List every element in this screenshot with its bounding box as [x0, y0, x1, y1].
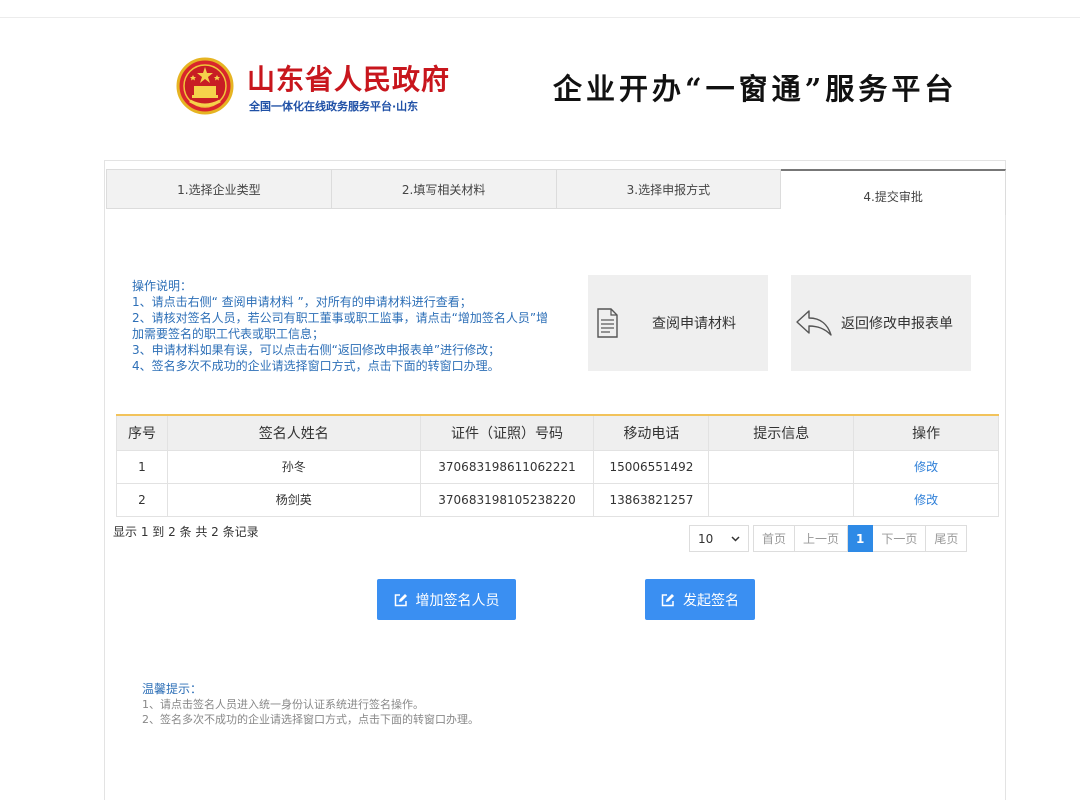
records-summary: 显示 1 到 2 条 共 2 条记录 [113, 525, 259, 539]
operation-cell: 修改 [853, 449, 999, 484]
instruction-line: 4、签名多次不成功的企业请选择窗口方式，点击下面的转窗口办理。 [132, 359, 500, 373]
signer-table-container: 序号 签名人姓名 证件（证照）号码 移动电话 提示信息 操作 1 孙冬 3706… [116, 414, 999, 517]
view-materials-button[interactable]: 查阅申请材料 [588, 275, 768, 371]
view-materials-label: 查阅申请材料 [652, 316, 736, 332]
edit-icon [661, 593, 674, 606]
step-tab-3[interactable]: 3.选择申报方式 [556, 169, 782, 209]
column-header: 序号 [116, 414, 168, 451]
step-tab-2[interactable]: 2.填写相关材料 [331, 169, 557, 209]
warm-tips: 温馨提示： 1、请点击签名人员进入统一身份认证系统进行签名操作。 2、签名多次不… [142, 682, 479, 727]
step-tab-4[interactable]: 4.提交审批 [781, 169, 1006, 215]
table-row: 2 杨剑英 370683198105238220 13863821257 修改 [116, 482, 999, 517]
page-header: 山东省人民政府 全国一体化在线政务服务平台·山东 企业开办“一窗通”服务平台 [0, 0, 1080, 150]
signer-table: 序号 签名人姓名 证件（证照）号码 移动电话 提示信息 操作 1 孙冬 3706… [116, 414, 999, 517]
platform-title: 企业开办“一窗通”服务平台 [553, 72, 958, 106]
tips-title: 温馨提示： [142, 682, 203, 696]
chevron-down-icon [731, 535, 740, 542]
id-number: 370683198105238220 [419, 482, 595, 517]
pagination: 10 首页 上一页 1 下一页 尾页 [689, 525, 968, 552]
column-header: 操作 [853, 414, 999, 451]
row-number: 2 [116, 482, 168, 517]
column-header: 证件（证照）号码 [419, 414, 595, 451]
first-page-button[interactable]: 首页 [753, 525, 796, 552]
national-emblem-icon [176, 57, 234, 115]
step-tab-1[interactable]: 1.选择企业类型 [106, 169, 332, 209]
last-page-button[interactable]: 尾页 [926, 525, 968, 552]
signer-name: 杨剑英 [166, 482, 421, 517]
table-header-row: 序号 签名人姓名 证件（证照）号码 移动电话 提示信息 操作 [116, 414, 999, 451]
step-tabs: 1.选择企业类型 2.填写相关材料 3.选择申报方式 4.提交审批 [106, 169, 1006, 215]
instruction-line: 3、申请材料如果有误，可以点击右侧“返回修改申报表单”进行修改； [132, 343, 501, 357]
add-signer-label: 增加签名人员 [415, 592, 500, 609]
document-icon [597, 308, 618, 338]
return-edit-label: 返回修改申报表单 [841, 316, 953, 332]
main-panel: 1.选择企业类型 2.填写相关材料 3.选择申报方式 4.提交审批 操作说明： … [104, 160, 1006, 800]
table-row: 1 孙冬 370683198611062221 15006551492 修改 [116, 449, 999, 484]
instruction-line: 2、请核对签名人员，若公司有职工董事或职工监事，请点击“增加签名人员”增 [132, 311, 549, 325]
page-size-select[interactable]: 10 [689, 525, 749, 552]
column-header: 提示信息 [708, 414, 855, 451]
page-size-value: 10 [698, 531, 714, 546]
current-page-button[interactable]: 1 [848, 525, 874, 552]
add-signer-button[interactable]: 增加签名人员 [377, 579, 516, 620]
instructions-title: 操作说明： [132, 279, 193, 293]
edit-link[interactable]: 修改 [914, 493, 938, 507]
instruction-line: 加需要签名的职工代表或职工信息； [132, 327, 325, 341]
reply-arrow-icon [796, 310, 832, 336]
signer-name: 孙冬 [166, 449, 421, 484]
mobile-phone: 13863821257 [593, 482, 710, 517]
id-number: 370683198611062221 [419, 449, 595, 484]
prev-page-button[interactable]: 上一页 [795, 525, 849, 552]
government-subtitle: 全国一体化在线政务服务平台·山东 [249, 100, 419, 113]
row-number: 1 [116, 449, 168, 484]
edit-link[interactable]: 修改 [914, 460, 938, 474]
return-edit-button[interactable]: 返回修改申报表单 [791, 275, 971, 371]
government-name: 山东省人民政府 [247, 63, 451, 96]
operation-cell: 修改 [853, 482, 999, 517]
start-sign-label: 发起签名 [683, 592, 739, 609]
column-header: 移动电话 [593, 414, 710, 451]
tip-info [708, 449, 855, 484]
column-header: 签名人姓名 [166, 414, 421, 451]
tip-info [708, 482, 855, 517]
mobile-phone: 15006551492 [593, 449, 710, 484]
tip-line: 1、请点击签名人员进入统一身份认证系统进行签名操作。 [142, 698, 424, 711]
next-page-button[interactable]: 下一页 [873, 525, 927, 552]
start-sign-button[interactable]: 发起签名 [645, 579, 755, 620]
instructions: 操作说明： 1、请点击右侧“ 查阅申请材料 ”，对所有的申请材料进行查看； 2、… [132, 278, 602, 374]
edit-icon [394, 593, 407, 606]
tip-line: 2、签名多次不成功的企业请选择窗口方式，点击下面的转窗口办理。 [142, 713, 479, 726]
instruction-line: 1、请点击右侧“ 查阅申请材料 ”，对所有的申请材料进行查看； [132, 295, 472, 309]
